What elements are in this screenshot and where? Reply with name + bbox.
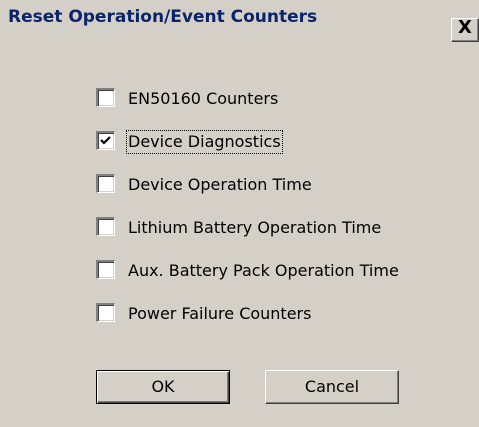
checkbox[interactable] (96, 131, 115, 150)
cancel-button[interactable]: Cancel (265, 370, 399, 404)
counter-options-list: EN50160 Counters Device Diagnostics Devi… (96, 82, 400, 340)
checkbox[interactable] (96, 217, 115, 236)
option-label: Lithium Battery Operation Time (128, 218, 382, 237)
checkbox[interactable] (96, 303, 115, 322)
title-bar: Reset Operation/Event Counters X (0, 0, 479, 42)
option-lithium-battery-operation-time[interactable]: Lithium Battery Operation Time (96, 211, 400, 254)
option-label: Power Failure Counters (128, 304, 312, 323)
option-label: Device Diagnostics (126, 130, 283, 154)
close-button[interactable]: X (451, 18, 479, 42)
checkbox[interactable] (96, 174, 115, 193)
checkbox[interactable] (96, 88, 115, 107)
option-label: Device Operation Time (128, 175, 312, 194)
option-device-diagnostics[interactable]: Device Diagnostics (96, 125, 400, 168)
option-en50160-counters[interactable]: EN50160 Counters (96, 82, 400, 125)
option-device-operation-time[interactable]: Device Operation Time (96, 168, 400, 211)
dialog-title: Reset Operation/Event Counters (8, 7, 318, 27)
ok-button[interactable]: OK (96, 370, 230, 404)
checkbox[interactable] (96, 260, 115, 279)
option-label: EN50160 Counters (128, 89, 279, 108)
option-power-failure-counters[interactable]: Power Failure Counters (96, 297, 400, 340)
checkmark-icon (100, 136, 111, 145)
close-icon: X (458, 17, 472, 38)
option-label: Aux. Battery Pack Operation Time (128, 261, 399, 280)
reset-counters-dialog: Reset Operation/Event Counters X EN50160… (0, 0, 479, 427)
option-aux-battery-pack-operation-time[interactable]: Aux. Battery Pack Operation Time (96, 254, 400, 297)
